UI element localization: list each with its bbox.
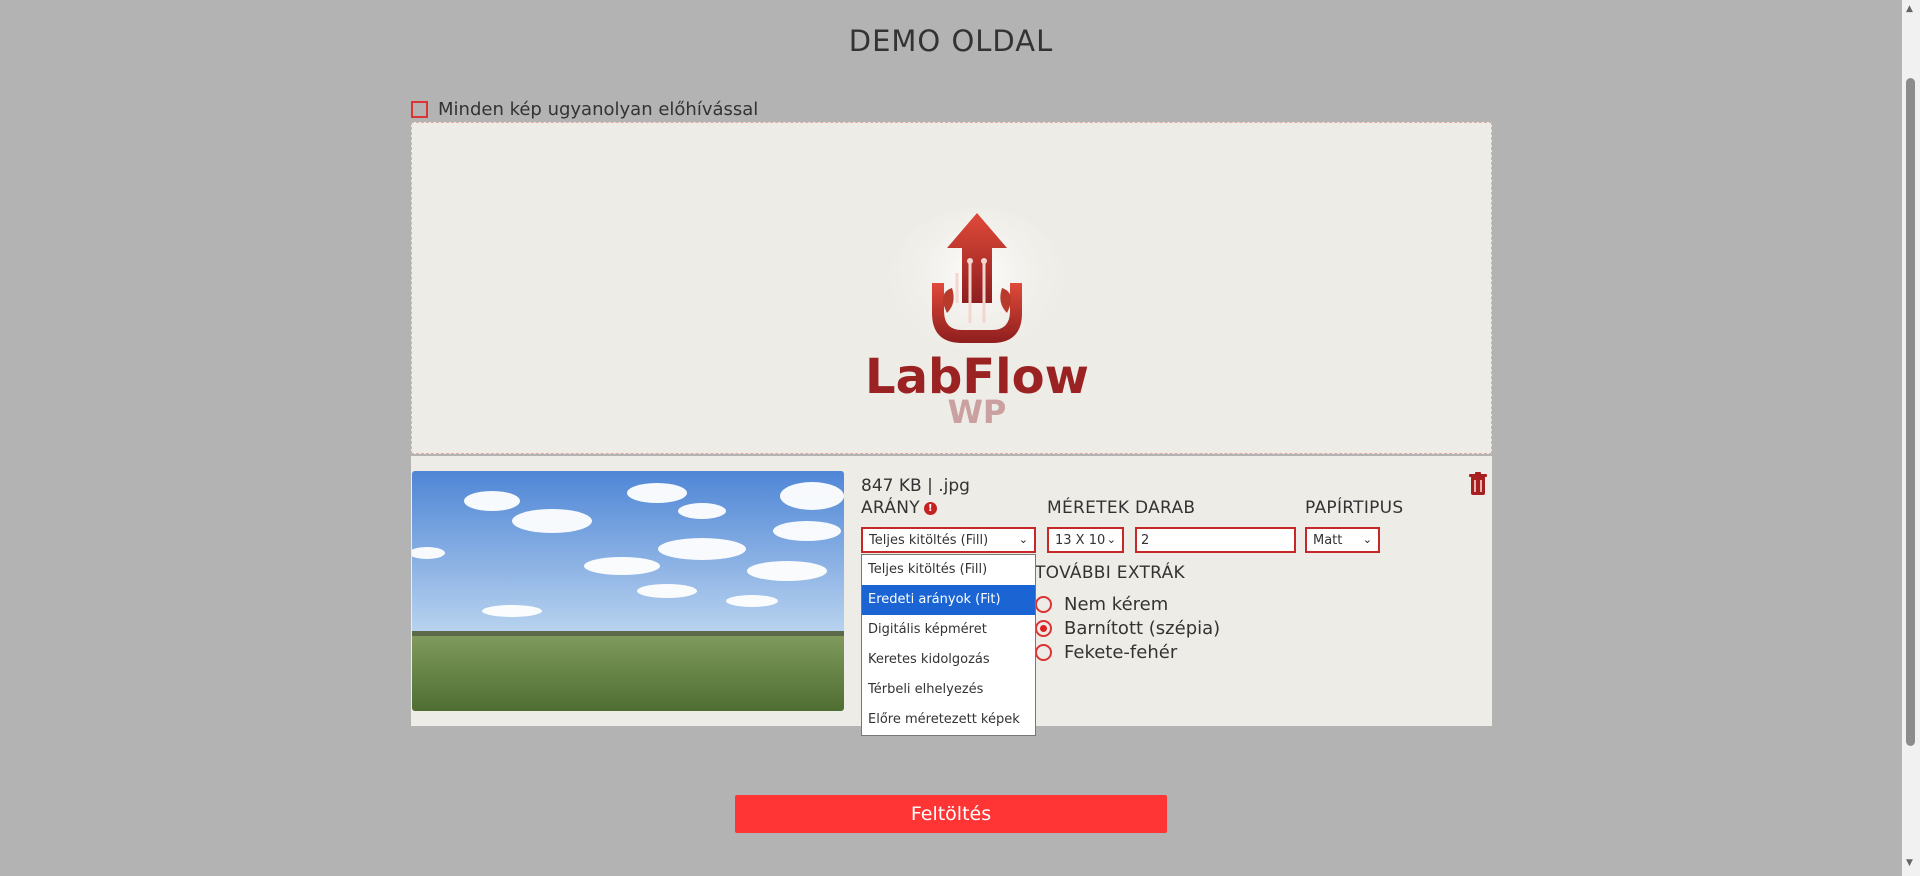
trash-icon[interactable] <box>1469 472 1487 496</box>
file-info: 847 KB | .jpg <box>861 476 970 496</box>
quantity-label: DARAB <box>1135 498 1196 518</box>
extra-radio-bw[interactable] <box>1035 644 1052 661</box>
size-select[interactable]: 13 X 10 ⌄ <box>1047 527 1124 553</box>
ratio-option-fit[interactable]: Eredeti arányok (Fit) <box>862 585 1035 615</box>
labflow-logo: LabFlow WP <box>865 208 1089 423</box>
ratio-option-spatial[interactable]: Térbeli elhelyezés <box>862 675 1035 705</box>
extras-label: TOVÁBBI EXTRÁK <box>1035 563 1185 583</box>
chevron-down-icon: ⌄ <box>1106 533 1116 546</box>
info-icon[interactable]: ! <box>923 502 937 515</box>
size-label: MÉRETEK <box>1047 498 1130 518</box>
image-thumbnail <box>412 471 844 711</box>
extra-radio-sepia[interactable] <box>1035 620 1052 637</box>
extra-option-bw[interactable]: Fekete-fehér <box>1035 642 1177 663</box>
ratio-option-digital[interactable]: Digitális képméret <box>862 615 1035 645</box>
ratio-label: ARÁNY! <box>861 498 937 518</box>
ratio-dropdown-list: Teljes kitöltés (Fill) Eredeti arányok (… <box>861 554 1036 736</box>
ratio-option-fill[interactable]: Teljes kitöltés (Fill) <box>862 555 1035 585</box>
upload-dropzone[interactable]: LabFlow WP <box>411 122 1492 454</box>
paper-type-select-value: Matt <box>1313 532 1343 548</box>
same-development-checkbox[interactable] <box>411 101 428 118</box>
scroll-up-icon[interactable]: ▲ <box>1906 4 1913 14</box>
page-scrollbar[interactable]: ▲ ▼ <box>1902 0 1920 876</box>
scroll-thumb[interactable] <box>1906 78 1915 746</box>
size-select-value: 13 X 10 <box>1055 532 1106 548</box>
page-title: DEMO OLDAL <box>848 24 1054 58</box>
ratio-option-framed[interactable]: Keretes kidolgozás <box>862 645 1035 675</box>
scroll-down-icon[interactable]: ▼ <box>1906 858 1913 868</box>
extra-option-label: Nem kérem <box>1064 594 1169 615</box>
upload-button[interactable]: Feltöltés <box>735 795 1167 833</box>
quantity-input[interactable]: 2 <box>1135 527 1296 553</box>
extra-option-label: Barnított (szépia) <box>1064 618 1221 639</box>
ratio-select-value: Teljes kitöltés (Fill) <box>869 532 989 548</box>
extra-radio-none[interactable] <box>1035 596 1052 613</box>
paper-type-label: PAPÍRTIPUS <box>1305 498 1404 518</box>
chevron-down-icon: ⌄ <box>1018 533 1028 546</box>
ratio-option-presized[interactable]: Előre méretezett képek <box>862 705 1035 735</box>
extra-option-sepia[interactable]: Barnított (szépia) <box>1035 618 1220 639</box>
extra-option-none[interactable]: Nem kérem <box>1035 594 1168 615</box>
chevron-down-icon: ⌄ <box>1362 533 1372 546</box>
extra-option-label: Fekete-fehér <box>1064 642 1178 663</box>
paper-type-select[interactable]: Matt ⌄ <box>1305 527 1380 553</box>
same-development-option[interactable]: Minden kép ugyanolyan előhívással <box>411 99 758 120</box>
same-development-label: Minden kép ugyanolyan előhívással <box>438 99 759 120</box>
ratio-select[interactable]: Teljes kitöltés (Fill) ⌄ <box>861 527 1036 553</box>
logo-sub-wordmark: WP <box>948 393 1007 423</box>
